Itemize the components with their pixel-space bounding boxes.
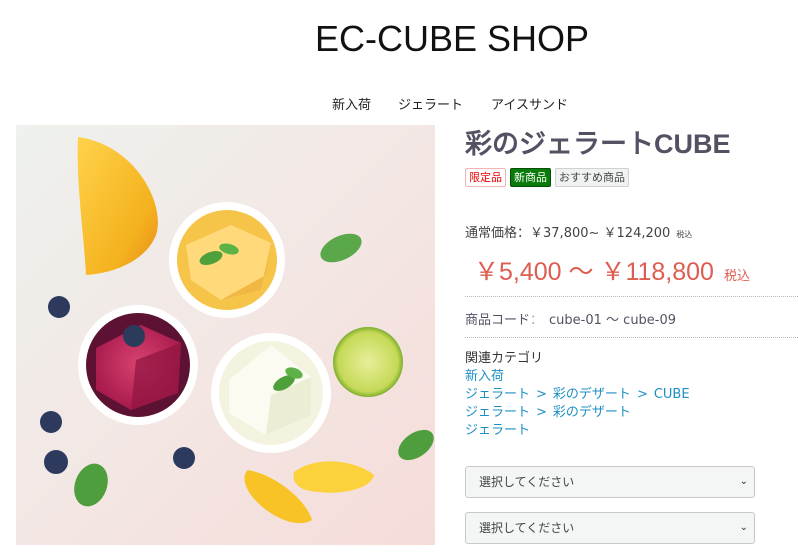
normal-price: 通常価格：￥37,800~ ￥124,200 税込 xyxy=(465,222,692,241)
tag-new: 新商品 xyxy=(510,168,551,187)
product-code-separator: ： xyxy=(530,313,544,328)
shop-title[interactable]: EC-CUBE SHOP xyxy=(0,18,798,60)
breadcrumb-separator: > xyxy=(536,405,547,420)
category-nav: 新入荷 ジェラート アイスサンド xyxy=(332,94,591,113)
normal-price-label: 通常価格： xyxy=(465,226,531,241)
sale-price-value: ￥5,400 ～ ￥118,800 xyxy=(474,258,714,286)
divider xyxy=(465,296,798,297)
category-row: ジェラート xyxy=(465,422,690,440)
chevron-down-icon: ⌄ xyxy=(739,522,748,533)
category-link[interactable]: 彩のデザート xyxy=(553,387,631,402)
blueberry xyxy=(40,411,62,433)
breadcrumb-separator: > xyxy=(636,387,648,402)
category-link[interactable]: 彩のデザート xyxy=(553,405,631,420)
lime-half xyxy=(333,327,403,397)
category-row: ジェラート > 彩のデザート > CUBE xyxy=(465,386,690,404)
tag-limited: 限定品 xyxy=(465,168,506,187)
category-link[interactable]: ジェラート xyxy=(465,405,530,420)
related-categories: 関連カテゴリ 新入荷 ジェラート > 彩のデザート > CUBE ジェラート > 彩のデザー… xyxy=(465,350,690,440)
classcategory-select-1[interactable]: 選択してください ⌄ xyxy=(465,466,755,498)
category-link[interactable]: 新入荷 xyxy=(465,369,504,384)
tag-recommend: おすすめ商品 xyxy=(555,168,629,187)
product-tags: 限定品 新商品 おすすめ商品 xyxy=(465,168,629,187)
category-row: 新入荷 xyxy=(465,368,690,386)
product-name: 彩のジェラートCUBE xyxy=(465,129,731,159)
select-value: 選択してください xyxy=(479,521,575,535)
breadcrumb-separator: > xyxy=(536,387,547,402)
gelato-photo-illustration xyxy=(16,125,435,545)
category-link[interactable]: ジェラート xyxy=(465,423,530,438)
nav-item-new-arrivals[interactable]: 新入荷 xyxy=(332,94,398,113)
divider xyxy=(465,337,798,338)
nav-item-ice-sandwich[interactable]: アイスサンド xyxy=(491,94,591,113)
classcategory-select-2[interactable]: 選択してください ⌄ xyxy=(465,512,755,544)
chevron-down-icon: ⌄ xyxy=(739,476,748,487)
blueberry xyxy=(44,450,68,474)
nav-item-gelato[interactable]: ジェラート xyxy=(398,94,491,113)
normal-price-tax: 税込 xyxy=(676,230,693,239)
category-row: ジェラート > 彩のデザート xyxy=(465,404,690,422)
sale-price: ￥5,400 ～ ￥118,800 税込 xyxy=(474,252,750,288)
normal-price-value: ￥37,800~ ￥124,200 xyxy=(530,226,671,241)
product-code-label: 商品コード xyxy=(465,313,531,328)
category-link[interactable]: CUBE xyxy=(654,387,690,402)
sale-price-tax: 税込 xyxy=(723,268,750,283)
product-image[interactable] xyxy=(16,125,435,545)
blueberry xyxy=(173,447,195,469)
blueberry xyxy=(48,296,70,318)
related-categories-heading: 関連カテゴリ xyxy=(465,351,544,366)
select-value: 選択してください xyxy=(479,475,575,489)
product-code: 商品コード： cube-01 ～ cube-09 xyxy=(465,309,676,328)
product-code-value: cube-01 ～ cube-09 xyxy=(549,313,677,328)
category-link[interactable]: ジェラート xyxy=(465,387,530,402)
